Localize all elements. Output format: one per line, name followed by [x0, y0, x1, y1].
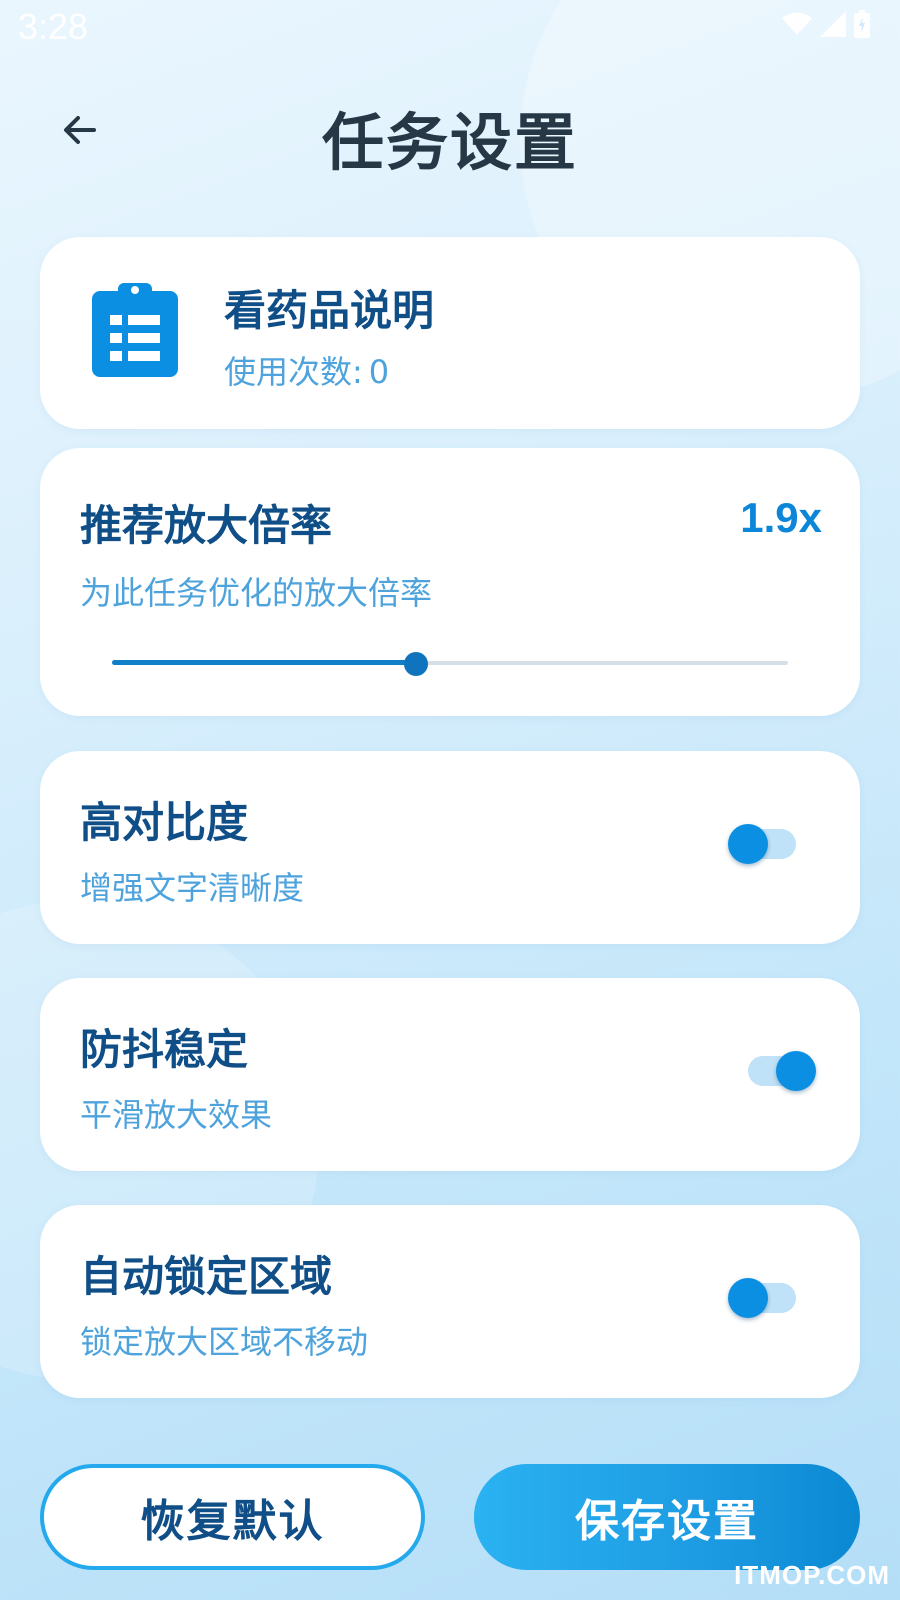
- option-card-auto-lock: 自动锁定区域 锁定放大区域不移动: [40, 1205, 860, 1398]
- battery-icon: [854, 10, 870, 42]
- option-title: 自动锁定区域: [80, 1252, 333, 1301]
- status-time: 3:28: [18, 6, 89, 47]
- option-description: 锁定放大区域不移动: [80, 1323, 369, 1361]
- option-description: 平滑放大效果: [80, 1096, 273, 1134]
- zoom-description: 为此任务优化的放大倍率: [80, 574, 433, 612]
- wifi-icon: [782, 12, 812, 40]
- toggle-knob: [728, 1278, 768, 1318]
- option-title: 防抖稳定: [80, 1025, 249, 1074]
- watermark: ITMOP.COM: [734, 1560, 890, 1590]
- zoom-title: 推荐放大倍率: [80, 501, 333, 550]
- page-title: 任务设置: [321, 106, 578, 179]
- zoom-card: 推荐放大倍率 1.9x 为此任务优化的放大倍率: [40, 448, 860, 716]
- task-card: 看药品说明 使用次数: 0: [40, 237, 860, 429]
- toggle-knob: [776, 1051, 816, 1091]
- option-title: 高对比度: [80, 798, 249, 847]
- option-card-high-contrast: 高对比度 增强文字清晰度: [40, 751, 860, 944]
- high-contrast-toggle[interactable]: [728, 824, 796, 864]
- usage-count: 0: [368, 353, 390, 391]
- slider-thumb[interactable]: [404, 652, 429, 676]
- option-description: 增强文字清晰度: [80, 869, 305, 907]
- slider-fill: [112, 660, 417, 665]
- option-card-stabilization: 防抖稳定 平滑放大效果: [40, 978, 860, 1171]
- task-name: 看药品说明: [224, 286, 435, 335]
- stabilization-toggle[interactable]: [748, 1051, 816, 1091]
- usage-label: 使用次数:: [224, 353, 363, 391]
- status-icons: [782, 10, 870, 42]
- signal-icon: [820, 11, 846, 41]
- clipboard-list-icon: [92, 281, 178, 381]
- reset-default-button[interactable]: 恢复默认: [40, 1464, 425, 1570]
- auto-lock-toggle[interactable]: [728, 1278, 796, 1318]
- toggle-knob: [728, 824, 768, 864]
- status-bar: 3:28: [0, 0, 900, 56]
- task-usage: 使用次数: 0: [224, 347, 389, 393]
- save-settings-button[interactable]: 保存设置: [474, 1464, 860, 1570]
- zoom-value: 1.9x: [740, 494, 822, 541]
- zoom-slider[interactable]: [112, 652, 788, 676]
